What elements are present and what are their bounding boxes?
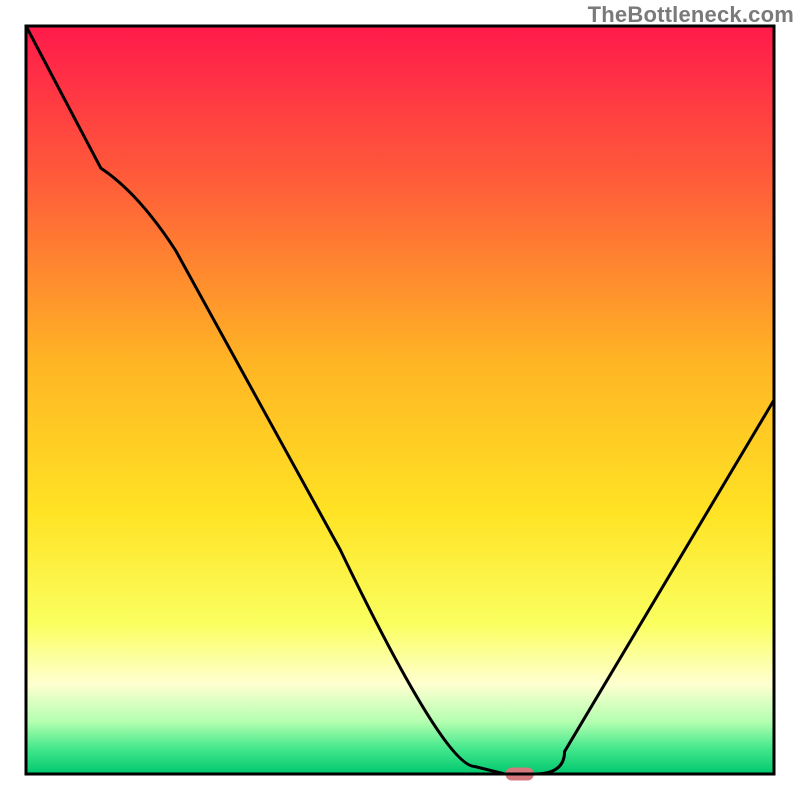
chart-stage: TheBottleneck.com <box>0 0 800 800</box>
bottleneck-chart <box>0 0 800 800</box>
plot-background <box>26 26 774 774</box>
watermark-label: TheBottleneck.com <box>588 2 794 28</box>
